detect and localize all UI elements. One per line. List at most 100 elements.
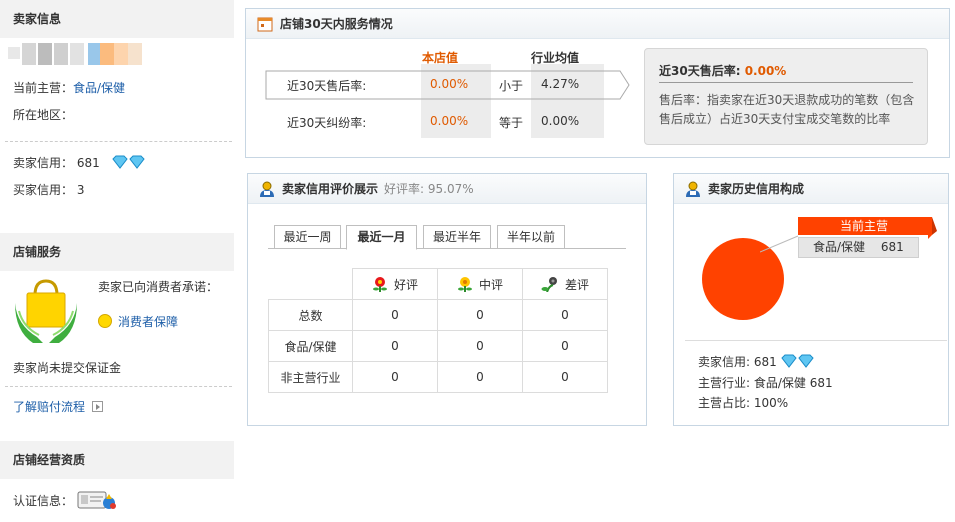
deposit-text: 卖家尚未提交保证金 <box>13 361 122 375</box>
buyer-rating-value: 3 <box>76 183 85 197</box>
buyer-rating-label: 买家信用： <box>13 183 74 197</box>
row-label-main-industry: 食品/保健 <box>268 330 353 362</box>
cell-value: 0 <box>437 330 523 362</box>
history-main-ratio-value: 100% <box>753 396 789 410</box>
tab-last-week[interactable]: 最近一周 <box>274 225 341 249</box>
tab-last-half-year[interactable]: 最近半年 <box>423 225 491 249</box>
header-positive-label: 好评 <box>393 277 418 292</box>
bubble-description: 售后率：指卖家在近30天退款成功的笔数（包含售后成立）占近30天支付宝成交笔数的… <box>659 93 915 126</box>
tab-before-half-year[interactable]: 半年以前 <box>497 225 565 249</box>
region-label: 所在地区： <box>13 108 74 122</box>
main-business-link[interactable]: 食品/保健 <box>73 81 125 95</box>
credit-display-title: 卖家信用评价展示 <box>282 182 379 196</box>
qualification-header: 店铺经营资质 <box>0 441 234 479</box>
diamond-icon[interactable] <box>111 155 146 169</box>
history-seller-credit-value: 681 <box>753 355 777 369</box>
bubble-title-row: 近30天售后率: 0.00% <box>659 62 786 79</box>
row-label-non-main: 非主营行业 <box>268 361 353 393</box>
id-card-icon[interactable] <box>77 490 117 510</box>
history-seller-credit-label: 卖家信用: <box>698 355 751 369</box>
promise-text: 卖家已向消费者承诺： <box>98 280 219 294</box>
divider <box>5 141 232 142</box>
service-30-header: 店铺30天内服务情况 <box>246 9 949 39</box>
leader-line <box>760 235 799 253</box>
cell-value: 0 <box>352 299 438 331</box>
table-row: 总数 0 0 0 <box>268 299 608 331</box>
header-neutral: 中评 <box>437 268 523 300</box>
red-flower-icon <box>372 276 387 292</box>
left-column: 卖家信息 当前主营：食品/保健 所在地区： 卖家信用： 681 买家信用： 3 … <box>0 0 234 522</box>
cell-value: 0 <box>522 330 608 362</box>
row-label-total: 总数 <box>268 299 353 331</box>
shop-service-header: 店铺服务 <box>0 233 234 271</box>
main-category-tag: 食品/保健 681 <box>798 237 919 258</box>
cert-row: 认证信息： <box>13 490 117 510</box>
header-positive: 好评 <box>352 268 438 300</box>
seller-name-blurred <box>8 43 158 65</box>
seller-rating-row: 卖家信用： 681 <box>13 154 146 171</box>
seller-rating-label: 卖家信用： <box>13 156 74 170</box>
cell-value: 0 <box>352 330 438 362</box>
cell-value: 0 <box>437 361 523 393</box>
positive-rate-value: 95.07% <box>427 182 474 196</box>
history-divider <box>685 340 947 341</box>
cell-value: 0 <box>522 361 608 393</box>
tag-category: 食品/保健 <box>813 240 866 254</box>
guarantee-row: 消费者保障 <box>98 313 178 330</box>
credit-display-header: 卖家信用评价展示 好评率: 95.07% <box>248 174 646 204</box>
seller-rating-value: 681 <box>76 156 100 170</box>
current-main-flag: 当前主营 <box>798 217 930 235</box>
col-industry-header: 行业均值 <box>531 51 580 65</box>
yellow-flower-icon <box>457 276 472 292</box>
main-business-label: 当前主营： <box>13 81 74 95</box>
positive-rate-label: 好评率: <box>384 182 425 196</box>
divider <box>5 386 232 387</box>
after-sale-rate-shop: 0.00% <box>430 77 469 91</box>
cert-label: 认证信息： <box>13 494 74 508</box>
history-main-industry-label: 主营行业: <box>698 376 751 390</box>
header-negative-label: 差评 <box>564 277 589 292</box>
payout-process-link[interactable]: 了解赔付流程 <box>13 400 85 414</box>
dispute-rate-compare: 等于 <box>499 116 524 130</box>
bubble-value: 0.00% <box>744 64 787 78</box>
bubble-title: 近30天售后率: <box>659 64 741 78</box>
buyer-rating-row: 买家信用： 3 <box>13 181 84 198</box>
cell-value: 0 <box>522 299 608 331</box>
lightbulb-icon <box>98 314 112 328</box>
wilted-flower-icon <box>541 276 557 292</box>
user-icon <box>260 181 274 197</box>
after-sale-rate-label: 近30天售后率: <box>287 79 367 93</box>
history-main-ratio-label: 主营占比: <box>698 396 751 410</box>
cell-value: 0 <box>352 361 438 393</box>
tab-last-month[interactable]: 最近一月 <box>346 225 417 250</box>
dispute-rate-shop: 0.00% <box>430 114 469 128</box>
diamond-icon[interactable] <box>780 354 815 368</box>
cell-value: 0 <box>437 299 523 331</box>
header-negative: 差评 <box>522 268 608 300</box>
rating-table: 好评 中评 差评 总数 0 0 0 食品/保健 0 0 0 非主营行业 0 0 … <box>268 268 608 393</box>
bubble-divider <box>659 82 913 83</box>
after-sale-rate-industry: 4.27% <box>541 77 580 91</box>
history-main-industry-value: 食品/保健 681 <box>753 376 833 390</box>
positive-rate: 好评率: 95.07% <box>384 182 474 196</box>
consumer-guarantee-link[interactable]: 消费者保障 <box>118 315 178 329</box>
seller-info-header: 卖家信息 <box>0 0 234 38</box>
play-arrow-icon[interactable] <box>91 401 103 412</box>
calendar-icon <box>257 17 273 32</box>
history-header: 卖家历史信用构成 <box>674 174 948 204</box>
main-business-row: 当前主营：食品/保健 <box>13 79 125 96</box>
history-main-industry-row: 主营行业: 食品/保健 681 <box>698 374 833 391</box>
consumer-protection-icon <box>13 275 79 345</box>
col-shop-header: 本店值 <box>421 51 458 65</box>
payout-process-row: 了解赔付流程 <box>13 398 103 415</box>
dispute-rate-industry: 0.00% <box>541 114 580 128</box>
header-neutral-label: 中评 <box>478 277 503 292</box>
history-main-ratio-row: 主营占比: 100% <box>698 394 788 411</box>
history-title: 卖家历史信用构成 <box>708 182 805 196</box>
service-30-title: 店铺30天内服务情况 <box>280 17 393 31</box>
table-row: 非主营行业 0 0 0 <box>268 361 608 393</box>
rate-explanation-bubble: 近30天售后率: 0.00% 售后率：指卖家在近30天退款成功的笔数（包含售后成… <box>644 48 928 145</box>
history-seller-credit-row: 卖家信用: 681 <box>698 353 815 370</box>
user-icon <box>686 181 700 197</box>
table-row: 食品/保健 0 0 0 <box>268 330 608 362</box>
